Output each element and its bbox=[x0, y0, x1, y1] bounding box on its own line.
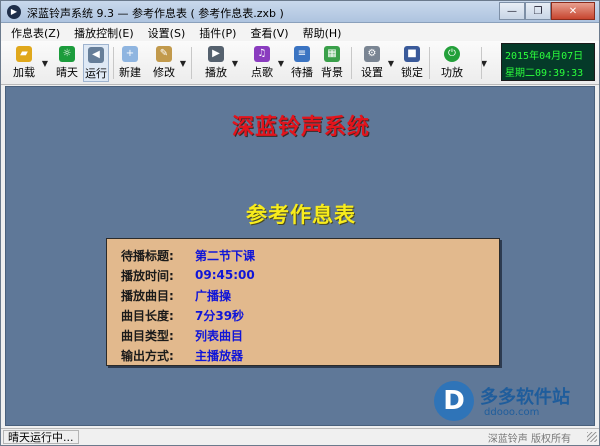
edit-label: 修改 bbox=[153, 66, 175, 79]
watermark-text: 多多软件站 bbox=[480, 387, 570, 408]
background-image-icon: ▦ bbox=[324, 46, 340, 62]
clock-date: 2015年04月07日 bbox=[505, 51, 584, 62]
info-row-track: 播放曲目: 广播操 bbox=[121, 285, 499, 305]
music-note-icon: ♫ bbox=[254, 46, 270, 62]
background-button[interactable]: ▦ 背景 bbox=[319, 44, 345, 82]
window-title: 深蓝铃声系统 9.3 — 参考作息表 ( 参考作息表.zxb ) bbox=[27, 7, 284, 20]
info-row-time: 播放时间: 09:45:00 bbox=[121, 265, 499, 285]
status-bar: 晴天运行中... 深蓝铃声 版权所有 bbox=[1, 428, 599, 445]
run-button[interactable]: ◀ 运行 bbox=[83, 44, 109, 82]
player-icon: ▶ bbox=[208, 46, 224, 62]
toolbar-separator bbox=[429, 47, 430, 79]
info-value: 主播放器 bbox=[195, 348, 244, 363]
load-dropdown-arrow[interactable]: ▼ bbox=[42, 59, 48, 68]
clock-time: 星期二09:39:33 bbox=[505, 68, 584, 79]
minimize-button[interactable]: — bbox=[499, 2, 525, 20]
load-button[interactable]: ▰ 加载 ▼ bbox=[9, 44, 48, 82]
toolbar-separator bbox=[481, 47, 482, 79]
app-window: ▶ 深蓝铃声系统 9.3 — 参考作息表 ( 参考作息表.zxb ) — ❐ ✕… bbox=[0, 0, 600, 446]
maximize-button[interactable]: ❐ bbox=[525, 2, 551, 20]
standby-button[interactable]: ≡ 待播 bbox=[289, 44, 315, 82]
menu-help[interactable]: 帮助(H) bbox=[296, 23, 349, 41]
sunny-mode-icon: ☼ bbox=[59, 46, 75, 62]
info-value: 09:45:00 bbox=[195, 268, 255, 282]
sunny-button[interactable]: ☼ 晴天 bbox=[53, 44, 81, 82]
standby-list-icon: ≡ bbox=[294, 46, 310, 62]
digital-clock: 2015年04月07日 星期二09:39:33 bbox=[501, 43, 595, 81]
info-row-output: 输出方式: 主播放器 bbox=[121, 345, 499, 365]
toolbar-separator bbox=[113, 47, 114, 79]
title-bar[interactable]: ▶ 深蓝铃声系统 9.3 — 参考作息表 ( 参考作息表.zxb ) — ❐ ✕ bbox=[1, 1, 599, 23]
info-value: 列表曲目 bbox=[195, 328, 244, 343]
play-dropdown-arrow[interactable]: ▼ bbox=[232, 59, 238, 68]
new-button[interactable]: + 新建 bbox=[117, 44, 143, 82]
menu-bar: 作息表(Z) 播放控制(E) 设置(S) 插件(P) 查看(V) 帮助(H) bbox=[1, 23, 599, 41]
window-controls: — ❐ ✕ bbox=[499, 2, 595, 21]
resize-grip[interactable] bbox=[587, 432, 597, 442]
play-label: 播放 bbox=[205, 66, 227, 79]
copyright-text: 深蓝铃声 版权所有 bbox=[487, 434, 571, 445]
toolbar-separator bbox=[191, 47, 192, 79]
lock-label: 锁定 bbox=[401, 66, 423, 79]
edit-dropdown-arrow[interactable]: ▼ bbox=[180, 59, 186, 68]
standby-label: 待播 bbox=[291, 66, 313, 79]
load-label: 加载 bbox=[13, 66, 35, 79]
gear-icon: ⚙ bbox=[364, 46, 380, 62]
menu-schedule[interactable]: 作息表(Z) bbox=[1, 23, 67, 41]
edit-icon: ✎ bbox=[156, 46, 172, 62]
app-icon[interactable]: ▶ bbox=[7, 5, 21, 19]
system-title: 深蓝铃声系统 bbox=[231, 114, 370, 140]
info-value: 广播操 bbox=[195, 288, 232, 303]
info-value: 第二节下课 bbox=[195, 248, 256, 263]
site-watermark: D 多多软件站 ddooo.com bbox=[416, 377, 594, 425]
schedule-title: 参考作息表 bbox=[246, 202, 356, 227]
watermark-logo-icon: D bbox=[434, 381, 474, 421]
menu-playback-control[interactable]: 播放控制(E) bbox=[67, 23, 141, 41]
toolbar-separator bbox=[351, 47, 352, 79]
menu-view[interactable]: 查看(V) bbox=[243, 23, 295, 41]
new-label: 新建 bbox=[119, 66, 141, 79]
info-row-title: 待播标题: 第二节下课 bbox=[121, 245, 499, 265]
info-label: 播放曲目: bbox=[121, 288, 174, 303]
info-value: 7分39秒 bbox=[195, 308, 245, 323]
info-label: 待播标题: bbox=[121, 248, 174, 263]
lock-button[interactable]: ■ 锁定 bbox=[399, 44, 425, 82]
info-label: 输出方式: bbox=[121, 348, 174, 363]
info-label: 曲目类型: bbox=[121, 328, 174, 343]
menu-settings[interactable]: 设置(S) bbox=[141, 23, 193, 41]
menu-plugins[interactable]: 插件(P) bbox=[192, 23, 243, 41]
background-label: 背景 bbox=[321, 66, 343, 79]
main-display-panel: 深蓝铃声系统 参考作息表 待播标题: 第二节下课 播放时间: 09:45:00 … bbox=[5, 86, 595, 426]
info-row-length: 曲目长度: 7分39秒 bbox=[121, 305, 499, 325]
sunny-label: 晴天 bbox=[56, 66, 78, 79]
amplifier-label: 功放 bbox=[441, 66, 463, 79]
edit-button[interactable]: ✎ 修改 ▼ bbox=[151, 44, 186, 82]
info-label: 播放时间: bbox=[121, 268, 174, 283]
status-text: 晴天运行中... bbox=[3, 430, 79, 444]
run-label: 运行 bbox=[85, 67, 107, 80]
close-button[interactable]: ✕ bbox=[551, 2, 595, 20]
next-play-info-box: 待播标题: 第二节下课 播放时间: 09:45:00 播放曲目: 广播操 曲目长… bbox=[106, 238, 500, 366]
speaker-icon: ◀ bbox=[88, 47, 104, 63]
folder-icon: ▰ bbox=[16, 46, 32, 62]
watermark-url: ddooo.com bbox=[484, 407, 540, 418]
settings-label: 设置 bbox=[361, 66, 383, 79]
settings-dropdown-arrow[interactable]: ▼ bbox=[388, 59, 394, 68]
song-request-button[interactable]: ♫ 点歌 ▼ bbox=[249, 44, 284, 82]
song-request-dropdown-arrow[interactable]: ▼ bbox=[278, 59, 284, 68]
amplifier-button[interactable]: ⏻ 功放 ▼ bbox=[439, 44, 487, 82]
new-document-icon: + bbox=[122, 46, 138, 62]
info-row-type: 曲目类型: 列表曲目 bbox=[121, 325, 499, 345]
lock-icon: ■ bbox=[404, 46, 420, 62]
settings-button[interactable]: ⚙ 设置 ▼ bbox=[359, 44, 394, 82]
play-button[interactable]: ▶ 播放 ▼ bbox=[203, 44, 238, 82]
info-label: 曲目长度: bbox=[121, 308, 174, 323]
power-icon: ⏻ bbox=[444, 46, 460, 62]
song-request-label: 点歌 bbox=[251, 66, 273, 79]
